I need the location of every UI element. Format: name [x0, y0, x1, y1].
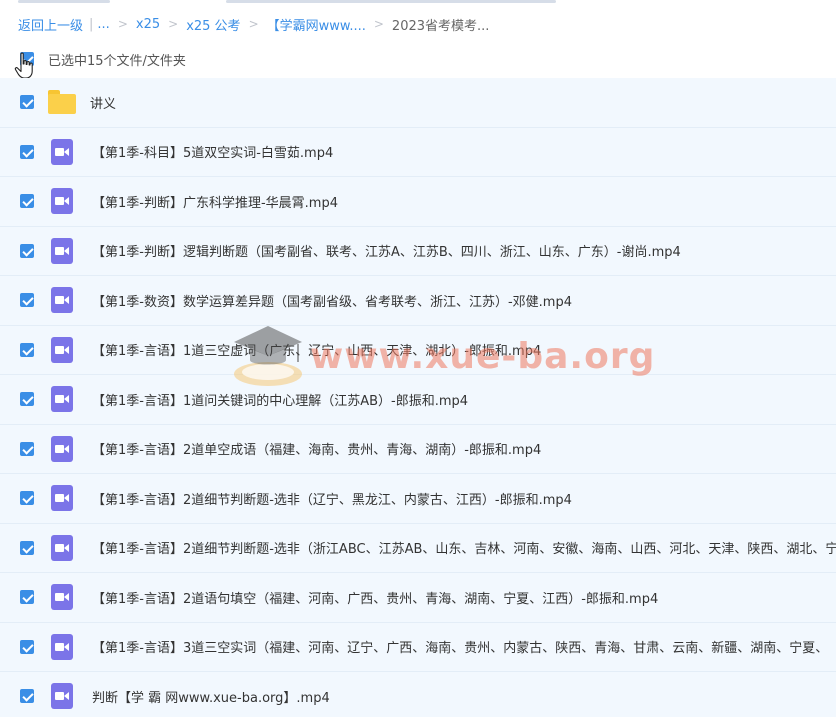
- row-checkbox[interactable]: [20, 342, 34, 357]
- file-name[interactable]: 【第1季-判断】逻辑判断题（国考副省、联考、江苏A、江苏B、四川、浙江、山东、广…: [92, 241, 681, 260]
- video-file-icon: [51, 287, 73, 314]
- breadcrumb: 返回上一级 | ... > x25 > x25 公考 > 【学霸网www....…: [18, 14, 489, 34]
- file-row-folder[interactable]: 讲义: [0, 78, 836, 128]
- file-name[interactable]: 【第1季-数资】数学运算差异题（国考副省级、省考联考、浙江、江苏）-邓健.mp4: [92, 291, 572, 310]
- video-file-icon: [51, 336, 73, 363]
- scroll-segment-right: [226, 0, 556, 3]
- file-name[interactable]: 【第1季-言语】2道语句填空（福建、河南、广西、贵州、青海、湖南、宁夏、江西）-…: [92, 588, 658, 607]
- row-checkbox[interactable]: [20, 194, 34, 209]
- chevron-right-icon: >: [117, 17, 128, 31]
- file-row[interactable]: 【第1季-言语】1道问关键词的中心理解（江苏AB）-郎振和.mp4: [0, 375, 836, 425]
- breadcrumb-item-x25[interactable]: x25: [136, 17, 160, 32]
- file-name[interactable]: 【第1季-言语】2道细节判断题-选非（浙江ABC、江苏AB、山东、吉林、河南、安…: [92, 538, 836, 557]
- row-checkbox[interactable]: [20, 95, 34, 110]
- folder-icon: [48, 90, 76, 115]
- video-file-icon: [51, 188, 73, 215]
- file-row[interactable]: 【第1季-科目】5道双空实词-白雪茹.mp4: [0, 127, 836, 177]
- file-name[interactable]: 【第1季-言语】3道三空实词（福建、河南、辽宁、广西、海南、贵州、内蒙古、陕西、…: [92, 637, 828, 656]
- row-checkbox[interactable]: [20, 540, 34, 555]
- file-name[interactable]: 【第1季-科目】5道双空实词-白雪茹.mp4: [92, 142, 333, 161]
- breadcrumb-ellipsis[interactable]: ...: [97, 17, 109, 32]
- file-row[interactable]: 【第1季-言语】2道语句填空（福建、河南、广西、贵州、青海、湖南、宁夏、江西）-…: [0, 573, 836, 623]
- video-file-icon: [51, 683, 73, 710]
- video-file-icon: [51, 584, 73, 611]
- video-file-icon: [51, 138, 73, 165]
- selection-bar: 已选中15个文件/文件夹: [0, 44, 836, 74]
- file-row[interactable]: 判断【学 霸 网www.xue-ba.org】.mp4: [0, 672, 836, 717]
- file-row[interactable]: 【第1季-判断】广东科学推理-华晨霄.mp4: [0, 177, 836, 227]
- file-row[interactable]: 【第1季-言语】1道三空虚词（广东、辽宁、山西、天津、湖北）-郎振和.mp4: [0, 325, 836, 375]
- video-file-icon: [51, 485, 73, 512]
- breadcrumb-item-xueba[interactable]: 【学霸网www....: [267, 15, 366, 34]
- row-checkbox[interactable]: [20, 639, 34, 654]
- file-name[interactable]: 讲义: [90, 93, 116, 112]
- row-checkbox[interactable]: [20, 392, 34, 407]
- row-checkbox[interactable]: [20, 491, 34, 506]
- video-file-icon: [51, 435, 73, 462]
- file-name[interactable]: 【第1季-言语】2道细节判断题-选非（辽宁、黑龙江、内蒙古、江西）-郎振和.mp…: [92, 489, 572, 508]
- file-name[interactable]: 【第1季-判断】广东科学推理-华晨霄.mp4: [92, 192, 338, 211]
- file-row[interactable]: 【第1季-言语】3道三空实词（福建、河南、辽宁、广西、海南、贵州、内蒙古、陕西、…: [0, 622, 836, 672]
- file-row[interactable]: 【第1季-言语】2道单空成语（福建、海南、贵州、青海、湖南）-郎振和.mp4: [0, 424, 836, 474]
- file-name[interactable]: 【第1季-言语】1道问关键词的中心理解（江苏AB）-郎振和.mp4: [92, 390, 468, 409]
- breadcrumb-item-x25-gongkao[interactable]: x25 公考: [186, 15, 240, 34]
- row-checkbox[interactable]: [20, 441, 34, 456]
- row-checkbox[interactable]: [20, 590, 34, 605]
- row-checkbox[interactable]: [20, 689, 34, 704]
- video-file-icon: [51, 386, 73, 413]
- file-row[interactable]: 【第1季-言语】2道细节判断题-选非（辽宁、黑龙江、内蒙古、江西）-郎振和.mp…: [0, 474, 836, 524]
- file-row[interactable]: 【第1季-数资】数学运算差异题（国考副省级、省考联考、浙江、江苏）-邓健.mp4: [0, 276, 836, 326]
- file-name[interactable]: 【第1季-言语】1道三空虚词（广东、辽宁、山西、天津、湖北）-郎振和.mp4: [92, 340, 541, 359]
- row-checkbox[interactable]: [20, 243, 34, 258]
- file-list: 讲义 【第1季-科目】5道双空实词-白雪茹.mp4 【第1季-判断】广东科学推理…: [0, 78, 836, 717]
- chevron-right-icon: >: [168, 17, 179, 31]
- breadcrumb-pipe: |: [89, 16, 94, 32]
- video-file-icon: [51, 237, 73, 264]
- file-name[interactable]: 【第1季-言语】2道单空成语（福建、海南、贵州、青海、湖南）-郎振和.mp4: [92, 439, 541, 458]
- file-row[interactable]: 【第1季-判断】逻辑判断题（国考副省、联考、江苏A、江苏B、四川、浙江、山东、广…: [0, 226, 836, 276]
- breadcrumb-current: 2023省考模考...: [391, 18, 490, 34]
- top-scroll-indicator: [0, 0, 836, 4]
- chevron-right-icon: >: [373, 17, 384, 31]
- file-row[interactable]: 【第1季-言语】2道细节判断题-选非（浙江ABC、江苏AB、山东、吉林、河南、安…: [0, 523, 836, 573]
- video-file-icon: [51, 633, 73, 660]
- row-checkbox[interactable]: [20, 144, 34, 159]
- selection-count: 已选中15个文件/文件夹: [48, 53, 186, 69]
- video-file-icon: [51, 534, 73, 561]
- scroll-segment-left: [18, 0, 110, 3]
- chevron-right-icon: >: [248, 17, 259, 31]
- hand-pointer-icon: [14, 52, 33, 79]
- row-checkbox[interactable]: [20, 293, 34, 308]
- back-link[interactable]: 返回上一级: [18, 15, 83, 34]
- file-name[interactable]: 判断【学 霸 网www.xue-ba.org】.mp4: [92, 687, 330, 706]
